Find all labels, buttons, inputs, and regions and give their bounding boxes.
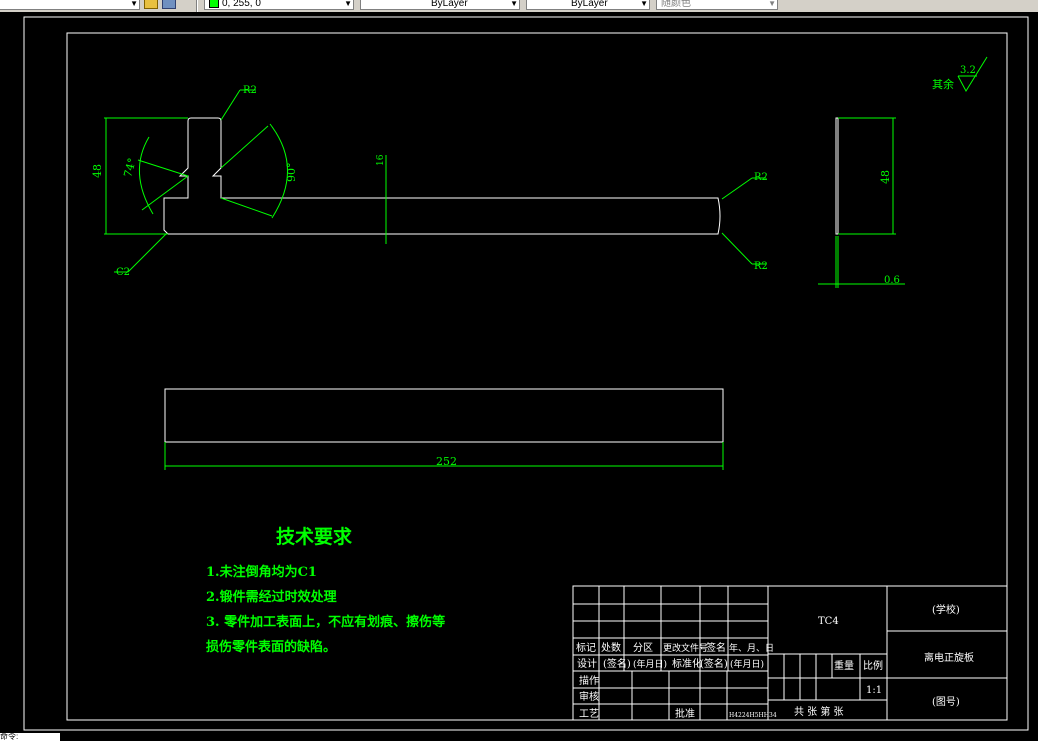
roughness-label: 其余 [932, 77, 954, 91]
tb-school: (学校) [932, 603, 960, 616]
chevron-down-icon: ▼ [344, 0, 352, 8]
tb-sheets: 共 张 第 张 [794, 705, 844, 718]
dim-height-left: 48 [91, 164, 104, 178]
tb-material: TC4 [818, 616, 839, 627]
tb-date: (年月日) [633, 658, 667, 670]
tech-req-item: 1.未注倒角均为C1 [206, 564, 317, 580]
part-top-view [164, 388, 724, 443]
layer-dropdown[interactable]: ▼ [0, 0, 140, 10]
tech-req-item: 3. 零件加工表面上，不应有划痕、擦伤等 [206, 614, 445, 630]
color-swatch-icon [209, 0, 219, 9]
tb-header-zone: 分区 [633, 642, 653, 654]
tb-approve: 批准 [675, 707, 695, 720]
leader-chamfer [127, 233, 167, 273]
tb-header-change-doc: 更改文件号 [663, 642, 708, 654]
angle-leader [137, 159, 189, 177]
lineweight-dropdown[interactable]: ByLayer ▼ [526, 0, 650, 10]
dim-chamfer: C2 [116, 267, 130, 278]
tb-design: 设计 [577, 657, 597, 670]
angle-leader [220, 197, 273, 217]
tb-header-mark: 标记 [576, 642, 596, 654]
tb-header-date: 年、月、日 [729, 642, 774, 654]
roughness-value: 3.2 [960, 65, 976, 76]
dim-height-side: 48 [879, 170, 892, 184]
chevron-down-icon: ▼ [510, 0, 518, 8]
tb-header-sign: 签名 [706, 641, 726, 654]
dim-r-top: R2 [243, 85, 257, 96]
dim-r-right-top: R2 [754, 172, 768, 183]
plotstyle-value: 随颜色 [661, 0, 691, 9]
dim-r-right-bottom: R2 [754, 261, 768, 272]
tb-scale: 1:1 [866, 685, 882, 696]
tech-req-title: 技术要求 [276, 525, 353, 548]
tb-date2: (年月日) [730, 658, 764, 670]
toolbar-separator [196, 0, 198, 12]
chevron-down-icon: ▼ [130, 0, 138, 8]
leader-r-right-bottom [721, 232, 753, 265]
tb-sign: (签名) [603, 657, 631, 670]
layer-previous-icon[interactable] [162, 0, 176, 9]
command-line[interactable]: 命令: [0, 733, 60, 741]
dim-thickness-mid: 16 [376, 154, 386, 166]
properties-toolbar: ▼ 0, 255, 0 ▼ ByLayer ▼ ByLayer ▼ 随颜色 ▼ [0, 0, 1038, 12]
tech-req-item: 2.锻件需经过时效处理 [206, 589, 337, 605]
tb-review: 审核 [579, 690, 599, 703]
chevron-down-icon: ▼ [640, 0, 648, 8]
tech-req-item: 损伤零件表面的缺陷。 [206, 639, 336, 655]
part-front-view [163, 117, 721, 235]
model-space-canvas[interactable]: 48 74° 90° R2 16 R2 R2 C2 48 0.6 其余 3.2 … [0, 12, 1038, 733]
dim-length-bottom: 252 [436, 455, 457, 468]
dim-side-thickness: 0.6 [884, 275, 900, 286]
tb-sign2: (签名) [700, 657, 728, 670]
layer-states-icon[interactable] [144, 0, 158, 9]
color-dropdown[interactable]: 0, 255, 0 ▼ [204, 0, 354, 10]
linetype-dropdown[interactable]: ByLayer ▼ [360, 0, 520, 10]
dim-angle-left: 74° [121, 157, 139, 179]
tb-part-name: 离电正旋板 [924, 651, 974, 664]
paper-border [23, 16, 1029, 731]
leader-r-right-top [721, 177, 753, 200]
plotstyle-dropdown[interactable]: 随颜色 ▼ [656, 0, 778, 10]
tb-stamp: H4224H5HH34 [729, 712, 777, 719]
tb-drafting: 描作 [579, 674, 599, 687]
chevron-down-icon: ▼ [768, 0, 776, 8]
command-prompt: 命令: [0, 733, 19, 741]
angle-leader [220, 125, 269, 169]
linetype-value: ByLayer [431, 0, 468, 9]
angle-leader [141, 175, 189, 211]
lineweight-value: ByLayer [571, 0, 608, 9]
tb-weight: 重量 [834, 659, 854, 672]
color-value: 0, 255, 0 [222, 0, 261, 9]
tb-header-count: 处数 [601, 641, 621, 654]
tb-scale-label: 比例 [863, 659, 883, 672]
tb-standardize: 标准化 [672, 657, 702, 670]
angle-arc-left [139, 136, 154, 215]
dim-angle-right: 90° [285, 163, 298, 183]
part-side-view [835, 117, 839, 235]
leader-r-top [220, 89, 241, 121]
tb-process: 工艺 [579, 708, 599, 720]
tb-drawing-no: (图号) [932, 696, 960, 708]
